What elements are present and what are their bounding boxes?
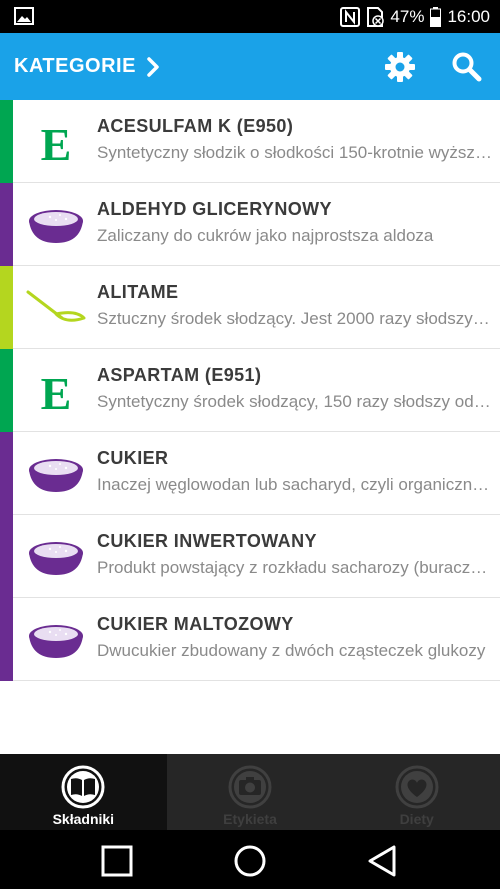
list-item[interactable]: CUKIER MALTOZOWY Dwucukier zbudowany z dw… xyxy=(0,598,500,681)
system-navigation-bar xyxy=(0,830,500,889)
sugar-bowl-icon xyxy=(29,459,83,492)
item-description: Syntetyczny środek słodzący, 150 razy sł… xyxy=(97,392,493,411)
sugar-bowl-icon xyxy=(29,542,83,575)
list-item[interactable]: ALITAME Sztuczny środek słodzący. Jest 20… xyxy=(0,266,500,349)
category-stripe xyxy=(0,183,13,266)
item-title: ALITAME xyxy=(97,282,179,302)
app-bar: KATEGORIE xyxy=(0,33,500,100)
category-stripe xyxy=(0,515,13,598)
chevron-right-icon xyxy=(147,56,159,77)
category-stripe xyxy=(0,432,13,515)
item-description: Sztuczny środek słodzący. Jest 2000 razy… xyxy=(97,309,493,328)
item-description: Produkt powstający z rozkładu sacharozy … xyxy=(97,558,493,577)
category-stripe xyxy=(0,349,13,432)
sugar-bowl-icon xyxy=(29,625,83,658)
tab-label: Etykieta xyxy=(223,811,277,827)
book-icon xyxy=(61,765,105,809)
list-item[interactable]: E ASPARTAM (E951) Syntetyczny środek słodz… xyxy=(0,349,500,432)
item-description: Inaczej węglowodan lub sacharyd, czyli o… xyxy=(97,475,493,494)
sugar-bowl-icon xyxy=(29,210,83,243)
category-stripe xyxy=(0,266,13,349)
clock: 16:00 xyxy=(447,6,490,26)
category-stripe xyxy=(0,100,13,183)
item-title: CUKIER MALTOZOWY xyxy=(97,614,294,634)
bottom-navigation: Składniki Etykieta Diety xyxy=(0,754,500,830)
battery-percent: 47% xyxy=(390,6,425,26)
ingredient-list: E ACESULFAM K (E950) Syntetyczny słodzik o… xyxy=(0,100,500,681)
list-item[interactable]: CUKIER Inaczej węglowodan lub sacharyd, c… xyxy=(0,432,500,515)
spoon-icon xyxy=(26,290,86,322)
tab-etykieta[interactable]: Etykieta xyxy=(167,754,334,830)
tab-diety[interactable]: Diety xyxy=(333,754,500,830)
tab-skladniki[interactable]: Składniki xyxy=(0,754,167,830)
sim-off-icon xyxy=(367,6,385,27)
item-title: CUKIER INWERTOWANY xyxy=(97,531,317,551)
item-title: CUKIER xyxy=(97,448,169,468)
svg-text:E: E xyxy=(41,119,72,168)
app-bar-title: KATEGORIE xyxy=(14,55,136,77)
list-item[interactable]: ALDEHYD GLICERYNOWY Zaliczany do cukrów j… xyxy=(0,183,500,266)
image-icon xyxy=(14,7,34,25)
item-title: ASPARTAM (E951) xyxy=(97,365,262,385)
item-title: ALDEHYD GLICERYNOWY xyxy=(97,199,332,219)
camera-icon xyxy=(228,765,272,809)
status-bar: 47% 16:00 xyxy=(0,0,500,33)
list-item[interactable]: CUKIER INWERTOWANY Produkt powstający z r… xyxy=(0,515,500,598)
tab-label: Diety xyxy=(399,811,434,827)
nfc-icon xyxy=(340,6,361,27)
back-icon[interactable] xyxy=(366,844,400,878)
category-stripe xyxy=(0,598,13,681)
item-title: ACESULFAM K (E950) xyxy=(97,116,294,136)
category-selector[interactable]: KATEGORIE xyxy=(14,33,160,100)
item-description: Zaliczany do cukrów jako najprostsza ald… xyxy=(97,226,434,245)
tab-label: Składniki xyxy=(52,811,115,827)
heart-icon xyxy=(395,765,439,809)
recents-icon[interactable] xyxy=(100,844,134,878)
item-description: Syntetyczny słodzik o słodkości 150-krot… xyxy=(97,143,493,162)
e-letter-icon: E xyxy=(41,368,72,417)
search-icon[interactable] xyxy=(450,50,484,84)
battery-icon xyxy=(430,6,442,27)
list-item[interactable]: E ACESULFAM K (E950) Syntetyczny słodzik o… xyxy=(0,100,500,183)
gear-icon[interactable] xyxy=(383,50,417,84)
home-icon[interactable] xyxy=(233,844,267,878)
e-letter-icon: E xyxy=(41,119,72,168)
item-description: Dwucukier zbudowany z dwóch cząsteczek g… xyxy=(97,641,486,660)
svg-text:E: E xyxy=(41,368,72,417)
